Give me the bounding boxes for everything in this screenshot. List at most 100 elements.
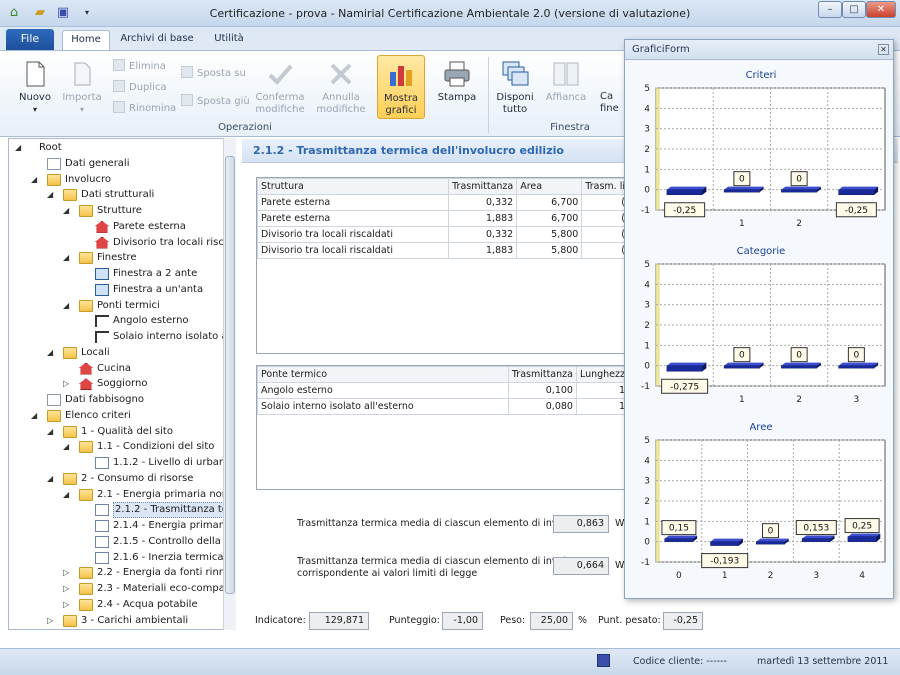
- table-row[interactable]: Divisorio tra locali riscaldati 0,332 5,80…: [256, 226, 629, 243]
- cell-trasm-lim[interactable]: (: [581, 194, 629, 211]
- cell-struttura[interactable]: Parete esterna: [256, 210, 450, 227]
- bar-chart-icon: [390, 66, 412, 86]
- bar-top: [710, 538, 743, 542]
- collapse-icon[interactable]: ◢: [63, 439, 73, 455]
- bar[interactable]: [838, 365, 875, 369]
- collapse-icon[interactable]: ◢: [47, 187, 57, 203]
- bar[interactable]: [723, 365, 760, 369]
- cell-trasm-lim[interactable]: (: [581, 210, 629, 227]
- expand-icon[interactable]: ▷: [63, 376, 73, 392]
- file-tab[interactable]: File: [6, 29, 54, 50]
- maximize-button[interactable]: □: [842, 1, 866, 18]
- nuovo-button[interactable]: Nuovo ▾: [13, 59, 57, 116]
- expand-icon[interactable]: ▷: [63, 565, 73, 581]
- tab-home[interactable]: Home: [62, 30, 110, 50]
- y-tick-label: -1: [641, 558, 650, 568]
- duplica-button[interactable]: Duplica: [113, 80, 167, 95]
- conferma-modifiche-button[interactable]: Conferma modifiche: [252, 59, 308, 116]
- col-header-trasm-lim[interactable]: Trasm. li: [581, 178, 629, 195]
- sposta-su-button[interactable]: Sposta su: [181, 66, 246, 81]
- cell-area[interactable]: 5,800: [516, 242, 583, 259]
- minimize-button[interactable]: –: [818, 1, 842, 18]
- cell-area[interactable]: 6,700: [516, 194, 583, 211]
- bar[interactable]: [781, 365, 818, 369]
- cell-trasmittanza[interactable]: 0,332: [448, 194, 518, 211]
- collapse-icon[interactable]: ◢: [47, 345, 57, 361]
- collapse-icon[interactable]: ◢: [63, 298, 73, 314]
- data-label: 0,25: [852, 522, 872, 532]
- tree-item-label: 3 - Carichi ambientali: [81, 614, 189, 626]
- collapse-icon[interactable]: ◢: [47, 424, 57, 440]
- collapse-icon[interactable]: ◢: [31, 172, 41, 188]
- bar[interactable]: [666, 189, 703, 196]
- cell-trasmittanza[interactable]: 0,332: [448, 226, 518, 243]
- bar[interactable]: [723, 189, 760, 193]
- importa-button[interactable]: Importa ▾: [60, 59, 104, 116]
- bar[interactable]: [666, 365, 703, 372]
- col-header-struttura[interactable]: Struttura: [256, 178, 450, 195]
- col-header-trasmittanza[interactable]: Trasmittanza: [448, 178, 518, 195]
- table-row[interactable]: Parete esterna0,3326,700(: [256, 194, 629, 211]
- importa-label: Importa: [62, 92, 102, 103]
- cell-struttura[interactable]: Divisorio tra locali riscaldati: [256, 226, 450, 243]
- cell-trasm-lim[interactable]: (: [581, 242, 629, 259]
- grafici-form[interactable]: GraficiForm ✕ Criteri -1 0 1 2 3 4 5 -0,25 0 1 0 2 -0…: [624, 39, 894, 599]
- bar[interactable]: [838, 189, 875, 196]
- cell-trasmittanza[interactable]: 1,883: [448, 242, 518, 259]
- cell-struttura[interactable]: Divisorio tra locali riscaldati: [256, 242, 450, 259]
- bar[interactable]: [801, 538, 831, 542]
- cell-ponte-termico[interactable]: Solaio interno isolato all'esterno: [257, 398, 509, 415]
- col-header-lunghezza[interactable]: Lunghezz: [575, 366, 630, 383]
- peso-field[interactable]: 25,00: [530, 612, 573, 630]
- tree-scrollbar-thumb[interactable]: [225, 156, 235, 594]
- tab-archivi-di-base[interactable]: Archivi di base: [116, 30, 198, 50]
- expand-icon[interactable]: ▷: [63, 597, 73, 613]
- table-row[interactable]: Solaio interno isolato all'esterno 0,080 1: [257, 398, 630, 415]
- col-header-trasmittanza[interactable]: Trasmittanza: [507, 366, 577, 383]
- cell-trasmittanza[interactable]: 0,100: [507, 382, 577, 399]
- collapse-icon[interactable]: ◢: [63, 250, 73, 266]
- expand-icon[interactable]: ▷: [47, 613, 57, 629]
- close-window-button[interactable]: ✕: [866, 1, 896, 18]
- rinomina-button[interactable]: Rinomina: [113, 101, 176, 116]
- elimina-button[interactable]: Elimina: [113, 59, 166, 74]
- col-header-ponte-termico[interactable]: Ponte termico: [257, 366, 509, 383]
- close-icon[interactable]: ✕: [878, 44, 889, 55]
- bar[interactable]: [710, 541, 740, 546]
- tab-utilita[interactable]: Utilità: [206, 30, 252, 50]
- collapse-icon[interactable]: ◢: [63, 203, 73, 219]
- cell-ponte-termico[interactable]: Angolo esterno: [257, 382, 509, 399]
- cell-trasmittanza[interactable]: 1,883: [448, 210, 518, 227]
- sposta-giu-button[interactable]: Sposta giù: [181, 94, 250, 109]
- cell-area[interactable]: 5,800: [516, 226, 583, 243]
- cell-lunghezza[interactable]: 1: [575, 398, 630, 415]
- collapse-icon[interactable]: ◢: [63, 487, 73, 503]
- cell-struttura[interactable]: Parete esterna: [256, 194, 450, 211]
- table-row[interactable]: Divisorio tra locali riscaldati 1,883 5,80…: [256, 242, 629, 259]
- collapse-icon[interactable]: ◢: [47, 471, 57, 487]
- table-row[interactable]: Angolo esterno 0,100 1: [257, 382, 630, 399]
- cell-area[interactable]: 6,700: [516, 210, 583, 227]
- save-status-icon[interactable]: [597, 654, 610, 667]
- collapse-icon[interactable]: ◢: [31, 408, 41, 424]
- affianca-button[interactable]: Affianca: [542, 59, 590, 104]
- bar[interactable]: [756, 541, 785, 545]
- tree-scrollbar[interactable]: [223, 138, 236, 630]
- cell-trasmittanza[interactable]: 0,080: [507, 398, 577, 415]
- grafici-form-titlebar[interactable]: GraficiForm ✕: [625, 40, 893, 60]
- car-fine-button[interactable]: Ca fine: [600, 91, 624, 115]
- col-header-area[interactable]: Area: [516, 178, 583, 195]
- expand-icon[interactable]: ▷: [63, 581, 73, 597]
- cell-trasm-lim[interactable]: (: [581, 226, 629, 243]
- cell-lunghezza[interactable]: 1: [575, 382, 630, 399]
- table-row[interactable]: Parete esterna1,8836,700(: [256, 210, 629, 227]
- bar[interactable]: [847, 536, 877, 542]
- elimina-label: Elimina: [129, 61, 166, 72]
- annulla-modifiche-button[interactable]: Annulla modifiche: [314, 59, 368, 116]
- bar[interactable]: [664, 538, 694, 542]
- disponi-tutto-button[interactable]: Disponi tutto: [492, 59, 538, 116]
- bar[interactable]: [781, 189, 818, 193]
- collapse-icon[interactable]: ◢: [15, 140, 25, 156]
- stampa-button[interactable]: Stampa: [434, 59, 480, 104]
- mostra-grafici-button[interactable]: Mostra grafici: [377, 55, 425, 119]
